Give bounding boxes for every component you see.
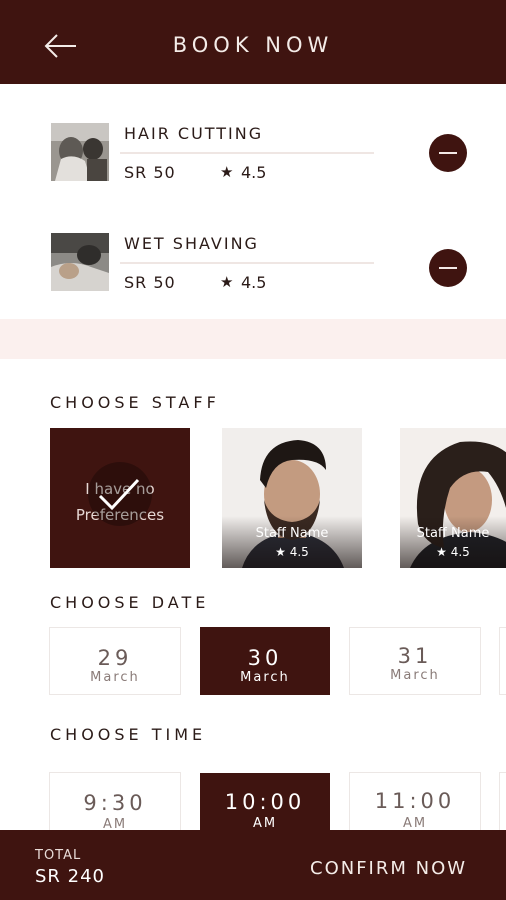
total-value: SR 240 (35, 866, 106, 887)
staff-name: Staff Name (416, 526, 490, 541)
divider (120, 262, 374, 264)
confirm-button[interactable]: CONFIRM NOW (310, 858, 467, 879)
date-option-partial[interactable] (499, 627, 506, 695)
service-rating: 4.5 (241, 273, 267, 292)
date-day: 31 (397, 644, 433, 668)
date-day: 30 (247, 646, 283, 670)
date-month: March (90, 670, 140, 685)
divider (120, 152, 374, 154)
service-item: WET SHAVING SR 50 ★ 4.5 (0, 220, 506, 330)
staff-rating: ★ 4.5 (275, 545, 309, 559)
staff-card[interactable]: Staff Name ★ 4.5 (222, 428, 362, 568)
service-name: HAIR CUTTING (124, 124, 264, 143)
minus-circle-icon[interactable] (429, 134, 467, 172)
service-thumbnail (51, 233, 109, 291)
page-title: BOOK NOW (172, 33, 334, 57)
date-month: March (240, 670, 290, 685)
choose-staff-label: CHOOSE STAFF (50, 393, 220, 412)
time-value: 9:30 (83, 791, 147, 815)
staff-rating: ★ 4.5 (436, 545, 470, 559)
time-period: AM (252, 816, 278, 831)
service-item: HAIR CUTTING SR 50 ★ 4.5 (0, 110, 506, 220)
minus-circle-icon[interactable] (429, 249, 467, 287)
date-option[interactable]: 31 March (349, 627, 481, 695)
staff-option-no-preference[interactable]: I have no Preferences (50, 428, 190, 568)
choose-date-label: CHOOSE DATE (50, 593, 210, 612)
check-icon (98, 478, 140, 511)
time-value: 10:00 (224, 790, 306, 814)
service-thumbnail (51, 123, 109, 181)
star-icon: ★ (220, 273, 234, 291)
total-label: TOTAL (35, 848, 82, 863)
time-period: AM (402, 816, 428, 831)
date-day: 29 (97, 646, 133, 670)
app-bar: BOOK NOW (0, 0, 506, 84)
staff-name: Staff Name (255, 526, 329, 541)
service-price: SR 50 (124, 163, 176, 182)
section-separator (0, 319, 506, 359)
date-option-selected[interactable]: 30 March (200, 627, 330, 695)
service-rating: 4.5 (241, 163, 267, 182)
choose-time-label: CHOOSE TIME (50, 725, 207, 744)
bottom-bar: TOTAL SR 240 CONFIRM NOW (0, 830, 506, 900)
date-month: March (390, 668, 440, 683)
service-name: WET SHAVING (124, 234, 259, 253)
staff-card[interactable]: Staff Name ★ 4.5 (400, 428, 506, 568)
time-value: 11:00 (374, 789, 456, 813)
photo-overlay (400, 516, 506, 568)
date-option[interactable]: 29 March (49, 627, 181, 695)
service-price: SR 50 (124, 273, 176, 292)
star-icon: ★ (220, 163, 234, 181)
photo-overlay (222, 516, 362, 568)
